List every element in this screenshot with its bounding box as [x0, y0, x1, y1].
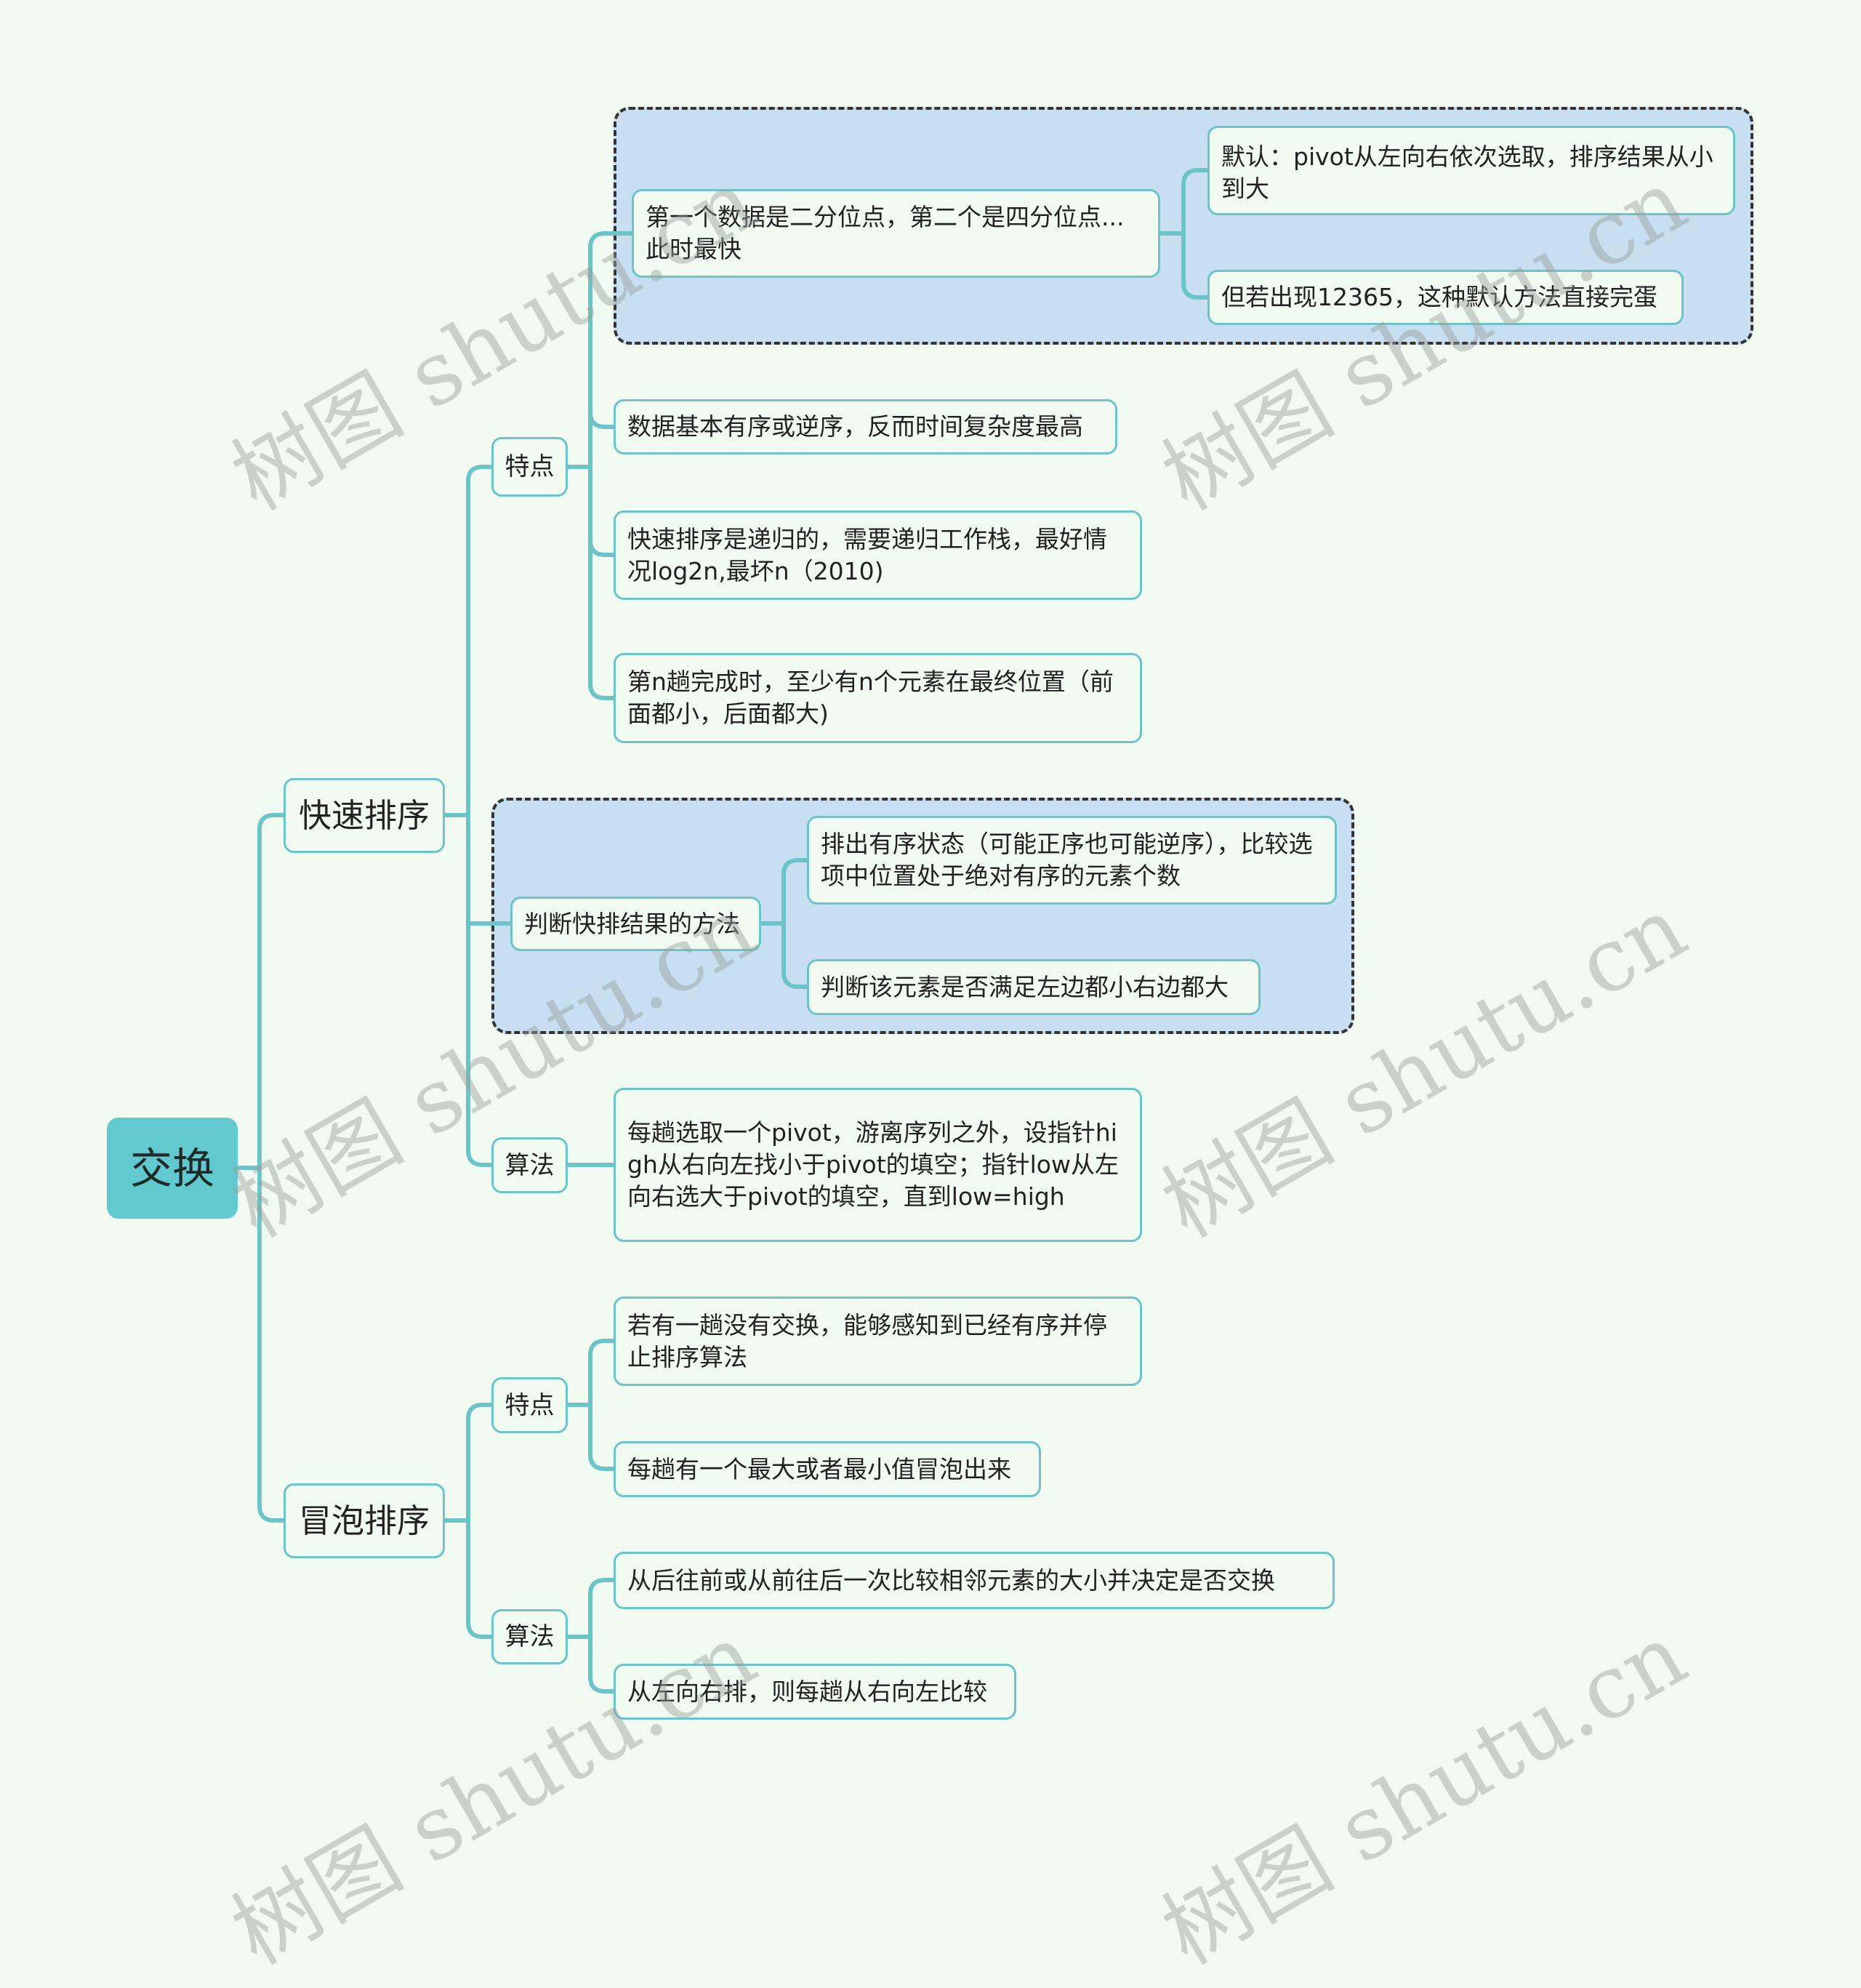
- connector-judge-check: [781, 921, 809, 989]
- node-bubblesort-label: 冒泡排序: [298, 1501, 430, 1540]
- node-default-fail-text: 但若出现12365，这种默认方法直接完蛋: [1221, 283, 1657, 311]
- connector-features-worst-case: [588, 412, 616, 469]
- node-bubblesort[interactable]: 冒泡排序: [284, 1483, 445, 1558]
- node-direction[interactable]: 从左向右排，则每趟从右向左比较: [614, 1664, 1016, 1720]
- connector-quicksort-judge: [466, 813, 513, 926]
- connector-bfeatures-bubble-out: [588, 1403, 616, 1471]
- node-early-stop-text: 若有一趟没有交换，能够感知到已经有序并停止排序算法: [627, 1310, 1107, 1371]
- node-best-case[interactable]: 第一个数据是二分位点，第二个是四分位点...此时最快: [632, 189, 1160, 278]
- connector-features-nth-pass: [588, 465, 616, 700]
- node-direction-text: 从左向右排，则每趟从右向左比较: [627, 1677, 987, 1706]
- root-label: 交换: [129, 1143, 214, 1193]
- connector-judge-exclude: [759, 858, 809, 926]
- connector-bfeatures-early-stop: [566, 1339, 616, 1407]
- node-exclude-ordered[interactable]: 排出有序状态（可能正序也可能逆序），比较选项中位置处于绝对有序的元素个数: [807, 816, 1337, 905]
- connector-balgo-compare: [566, 1578, 616, 1639]
- connector-best-case-default: [1158, 168, 1210, 236]
- node-nth-pass[interactable]: 第n趟完成时，至少有n个元素在最终位置（前面都小，后面都大): [614, 653, 1142, 743]
- node-early-stop[interactable]: 若有一趟没有交换，能够感知到已经有序并停止排序算法: [614, 1296, 1142, 1386]
- node-nth-pass-text: 第n趟完成时，至少有n个元素在最终位置（前面都小，后面都大): [627, 668, 1114, 728]
- node-check-element-text: 判断该元素是否满足左边都小右边都大: [821, 972, 1229, 1001]
- node-compare-adjacent-text: 从后往前或从前往后一次比较相邻元素的大小并决定是否交换: [627, 1566, 1275, 1595]
- connector-best-case-fail: [1181, 231, 1210, 300]
- node-worst-case-text: 数据基本有序或逆序，反而时间复杂度最高: [627, 412, 1083, 441]
- node-bubble-out-text: 每趟有一个最大或者最小值冒泡出来: [627, 1454, 1011, 1483]
- root-node[interactable]: 交换: [107, 1118, 238, 1219]
- node-recursion-text: 快速排序是递归的，需要递归工作栈，最好情况log2n,最坏n（2010): [627, 524, 1107, 585]
- node-quicksort-algorithm[interactable]: 算法: [491, 1137, 568, 1193]
- node-worst-case[interactable]: 数据基本有序或逆序，反而时间复杂度最高: [614, 399, 1117, 454]
- node-bubblesort-features[interactable]: 特点: [491, 1377, 568, 1433]
- node-quicksort-algorithm-label: 算法: [505, 1150, 555, 1180]
- node-recursion[interactable]: 快速排序是递归的，需要递归工作栈，最好情况log2n,最坏n（2010): [614, 510, 1142, 600]
- node-bubblesort-algorithm-label: 算法: [505, 1622, 555, 1651]
- node-check-element[interactable]: 判断该元素是否满足左边都小右边都大: [807, 959, 1261, 1015]
- connector-bubblesort-features: [443, 1403, 494, 1523]
- connector-root-quicksort: [236, 813, 286, 1170]
- connector-balgo-direction: [588, 1635, 616, 1694]
- node-bubble-out[interactable]: 每趟有一个最大或者最小值冒泡出来: [614, 1441, 1041, 1497]
- node-default-note-text: 默认：pivot从左向右依次选取，排序结果从小到大: [1221, 143, 1713, 203]
- node-quicksort[interactable]: 快速排序: [284, 778, 445, 853]
- node-quicksort-judge[interactable]: 判断快排结果的方法: [510, 897, 761, 951]
- node-quicksort-algorithm-text[interactable]: 每趟选取一个pivot，游离序列之外，设指针high从右向左找小于pivot的填…: [614, 1088, 1142, 1242]
- connector-quicksort-features: [443, 465, 494, 817]
- node-quicksort-features-label: 特点: [505, 452, 555, 481]
- connector-quicksort-algorithm: [466, 813, 494, 1167]
- node-best-case-text: 第一个数据是二分位点，第二个是四分位点...此时最快: [646, 203, 1125, 263]
- connector-features-recursion: [588, 465, 616, 557]
- connector-root-bubblesort: [257, 1166, 286, 1523]
- node-bubblesort-algorithm[interactable]: 算法: [491, 1609, 568, 1664]
- node-default-fail[interactable]: 但若出现12365，这种默认方法直接完蛋: [1207, 270, 1684, 325]
- node-default-note[interactable]: 默认：pivot从左向右依次选取，排序结果从小到大: [1207, 126, 1735, 215]
- connector-bubblesort-algorithm: [466, 1518, 494, 1639]
- node-bubblesort-features-label: 特点: [505, 1390, 555, 1420]
- node-exclude-ordered-text: 排出有序状态（可能正序也可能逆序），比较选项中位置处于绝对有序的元素个数: [821, 830, 1313, 890]
- node-quicksort-features[interactable]: 特点: [491, 437, 568, 497]
- node-quicksort-judge-label: 判断快排结果的方法: [524, 909, 740, 938]
- node-quicksort-label: 快速排序: [298, 795, 430, 835]
- node-compare-adjacent[interactable]: 从后往前或从前往后一次比较相邻元素的大小并决定是否交换: [614, 1552, 1335, 1609]
- node-quicksort-algorithm-text-content: 每趟选取一个pivot，游离序列之外，设指针high从右向左找小于pivot的填…: [627, 1118, 1119, 1211]
